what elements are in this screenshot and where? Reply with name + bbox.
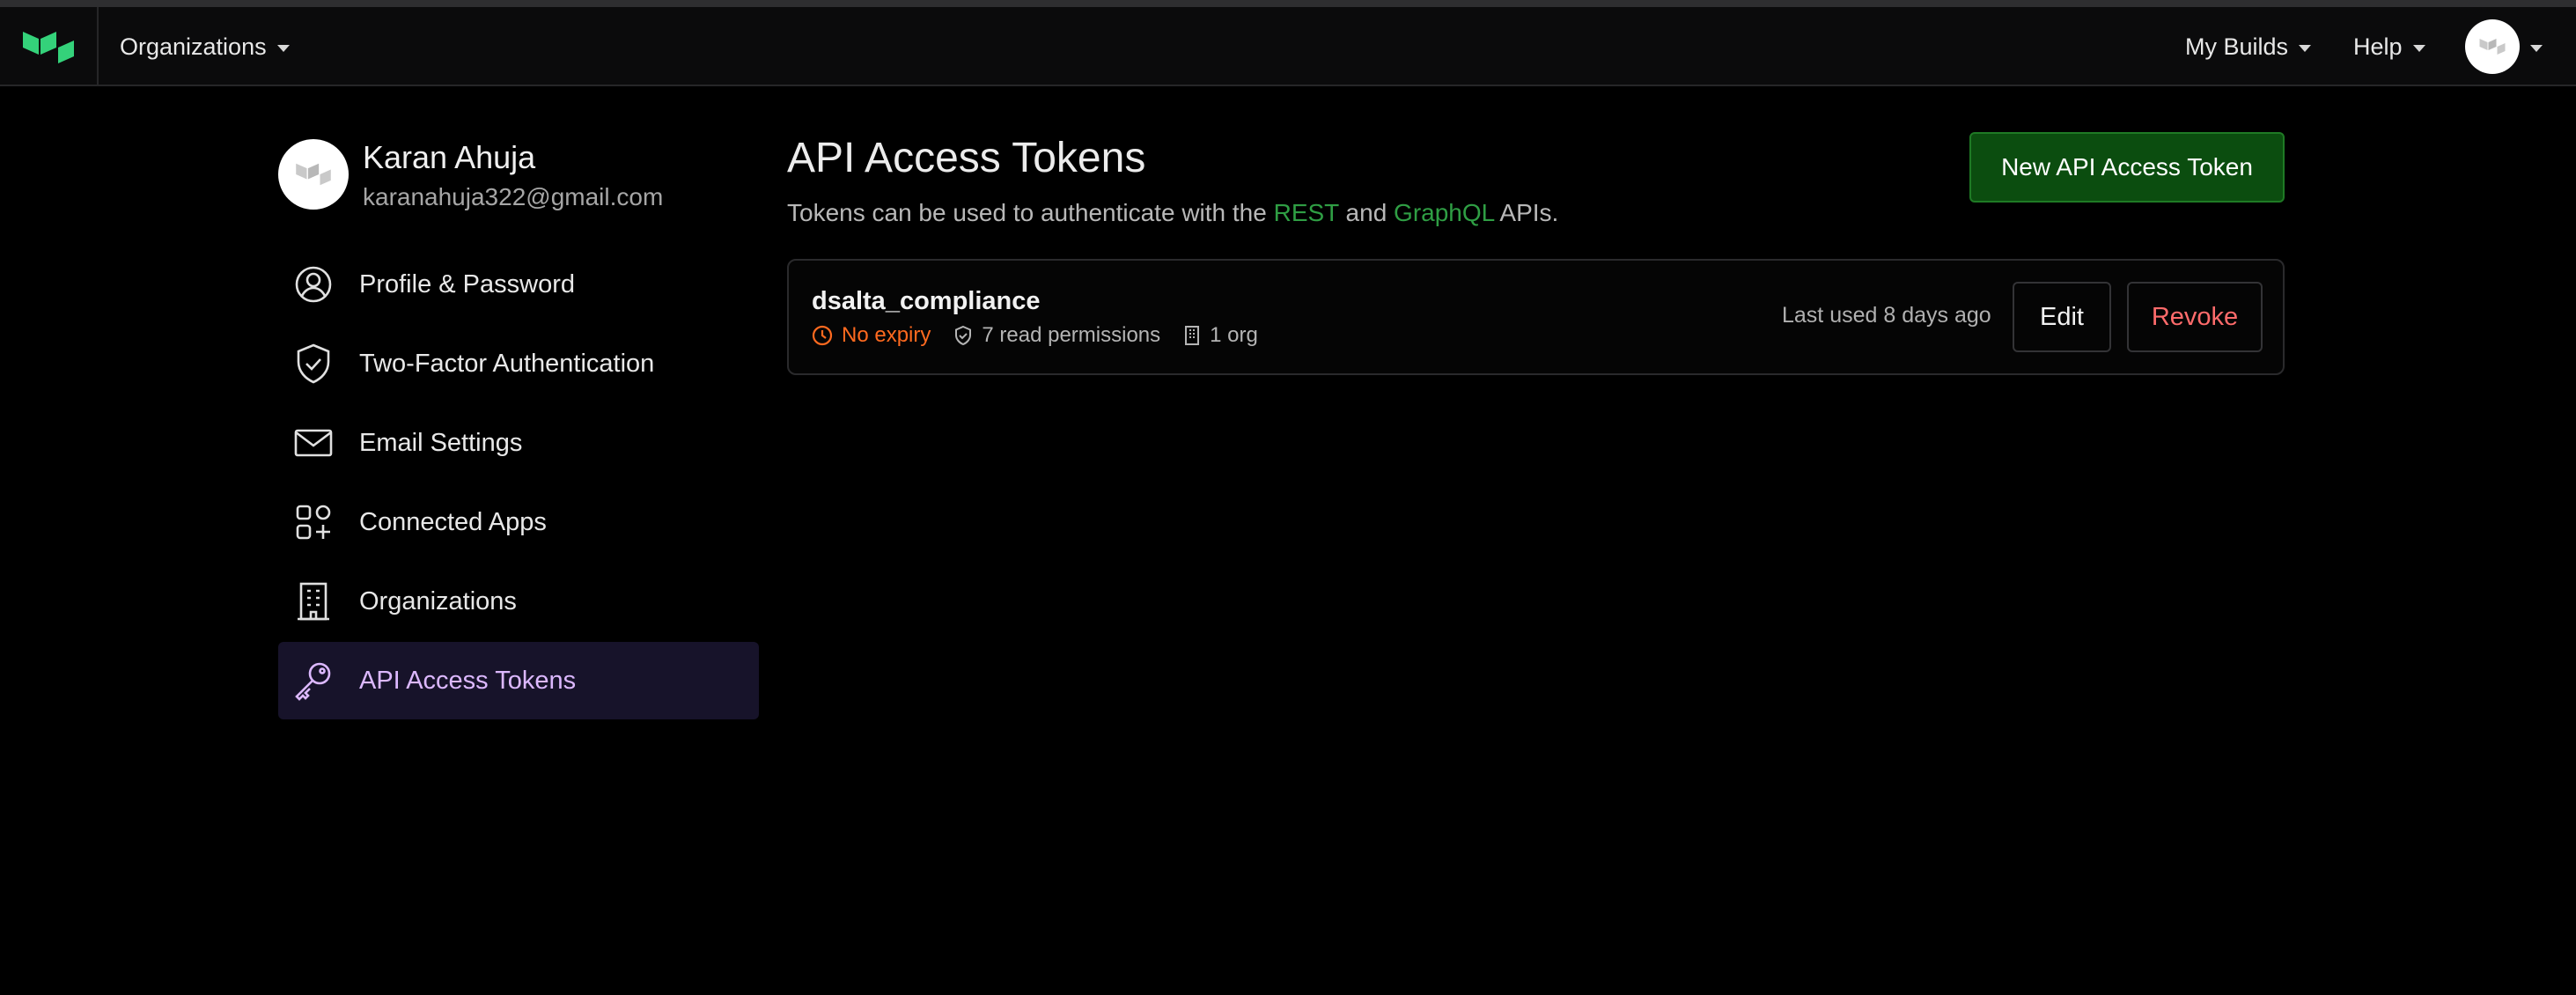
sidebar-item-label: Email Settings — [359, 428, 523, 457]
sidebar-item-api-access-tokens[interactable]: API Access Tokens — [278, 642, 759, 719]
navbar-divider — [97, 7, 99, 86]
token-card[interactable]: dsalta_compliance No expiry 7 read permi… — [787, 259, 2285, 375]
profile-email: karanahuja322@gmail.com — [363, 183, 664, 210]
sidebar-item-label: Profile & Password — [359, 269, 575, 298]
profile-name: Karan Ahuja — [363, 139, 536, 175]
chevron-down-icon — [2530, 45, 2543, 52]
envelope-icon — [292, 422, 335, 464]
buildkite-logo-icon[interactable] — [23, 28, 74, 67]
chevron-down-icon — [2299, 45, 2312, 52]
sidebar-item-two-factor[interactable]: Two-Factor Authentication — [278, 325, 759, 402]
shield-check-icon — [292, 343, 335, 385]
page-subtitle: Tokens can be used to authenticate with … — [787, 199, 1558, 227]
shield-icon — [955, 325, 972, 346]
token-last-used: Last used 8 days ago — [1782, 303, 1991, 328]
profile-summary: Karan Ahuja karanahuja322@gmail.com — [278, 139, 771, 213]
organizations-label: Organizations — [120, 33, 267, 60]
top-navbar: Organizations My Builds Help — [0, 7, 2576, 86]
sidebar-item-profile-password[interactable]: Profile & Password — [278, 246, 759, 323]
sidebar-item-organizations[interactable]: Organizations — [278, 563, 759, 640]
subtitle-prefix: Tokens can be used to authenticate with … — [787, 199, 1267, 226]
building-icon — [1185, 326, 1200, 345]
clock-icon — [812, 325, 833, 346]
user-circle-icon — [292, 263, 335, 306]
chevron-down-icon — [2412, 45, 2425, 52]
sidebar-item-connected-apps[interactable]: Connected Apps — [278, 483, 759, 561]
sidebar-item-label: API Access Tokens — [359, 666, 577, 695]
sidebar-item-email-settings[interactable]: Email Settings — [278, 404, 759, 482]
graphql-api-link[interactable]: GraphQL — [1394, 199, 1494, 226]
chevron-down-icon — [276, 45, 290, 52]
token-orgs: 1 org — [1183, 323, 1258, 348]
help-dropdown[interactable]: Help — [2353, 7, 2425, 86]
edit-token-button[interactable]: Edit — [2013, 282, 2111, 352]
avatar — [2465, 19, 2520, 74]
subtitle-suffix: APIs. — [1499, 199, 1559, 226]
building-icon — [292, 580, 335, 623]
help-label: Help — [2353, 33, 2403, 60]
page-title: API Access Tokens — [787, 135, 1146, 181]
token-name[interactable]: dsalta_compliance — [812, 287, 1041, 316]
my-builds-dropdown[interactable]: My Builds — [2185, 7, 2312, 86]
new-api-access-token-button[interactable]: New API Access Token — [1969, 132, 2285, 203]
token-expiry-label: No expiry — [842, 323, 931, 347]
rest-api-link[interactable]: REST — [1274, 199, 1339, 226]
organizations-dropdown[interactable]: Organizations — [120, 7, 290, 86]
sidebar-item-label: Organizations — [359, 586, 517, 615]
avatar — [278, 139, 349, 210]
token-expiry: No expiry — [812, 323, 931, 348]
key-icon — [292, 660, 335, 702]
window-top-border — [0, 0, 2576, 7]
token-permissions-label: 7 read permissions — [982, 323, 1161, 347]
token-meta: No expiry 7 read permissions 1 org — [812, 321, 1281, 350]
revoke-token-button[interactable]: Revoke — [2127, 282, 2263, 352]
user-menu-dropdown[interactable] — [2465, 7, 2543, 86]
subtitle-and: and — [1345, 199, 1387, 226]
apps-grid-icon — [292, 501, 335, 543]
my-builds-label: My Builds — [2185, 33, 2289, 60]
token-orgs-label: 1 org — [1210, 323, 1258, 347]
sidebar-item-label: Connected Apps — [359, 507, 547, 536]
token-permissions: 7 read permissions — [953, 323, 1160, 348]
sidebar-item-label: Two-Factor Authentication — [359, 349, 655, 378]
